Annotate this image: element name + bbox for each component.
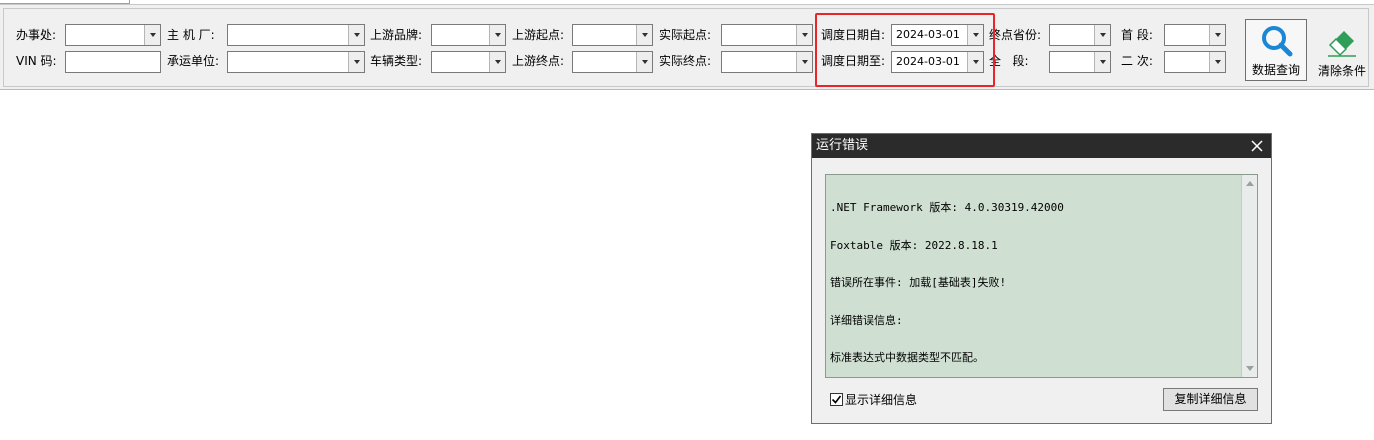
dialog-title-bar[interactable]: 运行错误 [812,134,1271,158]
actual-end-label: 实际终点: [659,54,712,68]
dest-province-combo[interactable] [1049,24,1111,46]
first-segment-label: 首 段: [1121,28,1153,42]
upstream-start-label: 上游起点: [512,28,565,42]
chevron-down-icon[interactable] [636,25,652,45]
carrier-label: 承运单位: [167,54,220,68]
error-line: 详细错误信息: [830,313,903,327]
error-dialog: 运行错误 .NET Framework 版本: 4.0.30319.42000 … [811,133,1272,424]
vertical-scrollbar[interactable] [1241,175,1257,377]
query-button[interactable]: 数据查询 [1245,19,1307,81]
vin-input[interactable] [65,51,161,73]
vehicle-type-label: 车辆类型: [370,54,423,68]
chevron-down-icon[interactable] [1094,52,1110,72]
magnifier-icon [1262,26,1293,57]
chevron-down-icon[interactable] [1209,52,1225,72]
chevron-down-icon[interactable] [636,52,652,72]
chevron-down-icon[interactable] [348,25,364,45]
second-combo[interactable] [1164,51,1226,73]
show-details-label: 显示详细信息 [845,393,918,407]
show-details-checkbox[interactable] [830,393,843,406]
actual-end-combo[interactable] [721,51,813,73]
error-line: .NET Framework 版本: 4.0.30319.42000 [830,201,1064,214]
oem-combo[interactable] [227,24,365,46]
office-combo[interactable] [65,24,161,46]
chevron-down-icon[interactable] [796,52,812,72]
first-segment-combo[interactable] [1164,24,1226,46]
scroll-up-icon[interactable] [1246,181,1254,186]
annotation-highlight-box [815,13,995,87]
vin-label: VIN 码: [16,54,57,68]
upstream-brand-label: 上游品牌: [370,28,423,42]
second-label: 二 次: [1121,54,1153,68]
chevron-down-icon[interactable] [144,25,160,45]
oem-label: 主 机 厂: [167,28,215,42]
full-segment-combo[interactable] [1049,51,1111,73]
checkmark-icon [831,395,842,404]
error-line: 错误所在事件: 加载[基础表]失败! [830,276,1007,289]
error-details-text: .NET Framework 版本: 4.0.30319.42000 Foxta… [830,177,1235,390]
error-details-textbox[interactable]: .NET Framework 版本: 4.0.30319.42000 Foxta… [825,174,1258,378]
chevron-down-icon[interactable] [489,52,505,72]
chevron-down-icon[interactable] [348,52,364,72]
carrier-combo[interactable] [227,51,365,73]
upstream-brand-combo[interactable] [431,24,506,46]
eraser-icon [1328,31,1356,57]
vehicle-type-combo[interactable] [431,51,506,73]
error-line: 标准表达式中数据类型不匹配。 [830,351,984,364]
clear-button[interactable]: 清除条件 [1311,19,1373,81]
filter-panel [3,8,1369,87]
office-label: 办事处: [16,28,57,42]
chevron-down-icon[interactable] [489,25,505,45]
dest-province-label: 终点省份: [989,28,1042,42]
error-line: Foxtable 版本: 2022.8.18.1 [830,238,998,252]
actual-start-combo[interactable] [721,24,813,46]
chevron-down-icon[interactable] [1094,25,1110,45]
scroll-down-icon[interactable] [1246,366,1254,371]
clear-button-label: 清除条件 [1317,64,1366,78]
copy-details-button[interactable]: 复制详细信息 [1163,388,1258,411]
dialog-title: 运行错误 [816,138,869,153]
upstream-end-label: 上游终点: [512,54,565,68]
filter-toolbar [0,4,1374,90]
chevron-down-icon[interactable] [1209,25,1225,45]
close-icon[interactable] [1249,138,1265,154]
upstream-start-combo[interactable] [572,24,653,46]
query-button-label: 数据查询 [1251,63,1300,77]
actual-start-label: 实际起点: [659,28,712,42]
chevron-down-icon[interactable] [796,25,812,45]
upstream-end-combo[interactable] [572,51,653,73]
